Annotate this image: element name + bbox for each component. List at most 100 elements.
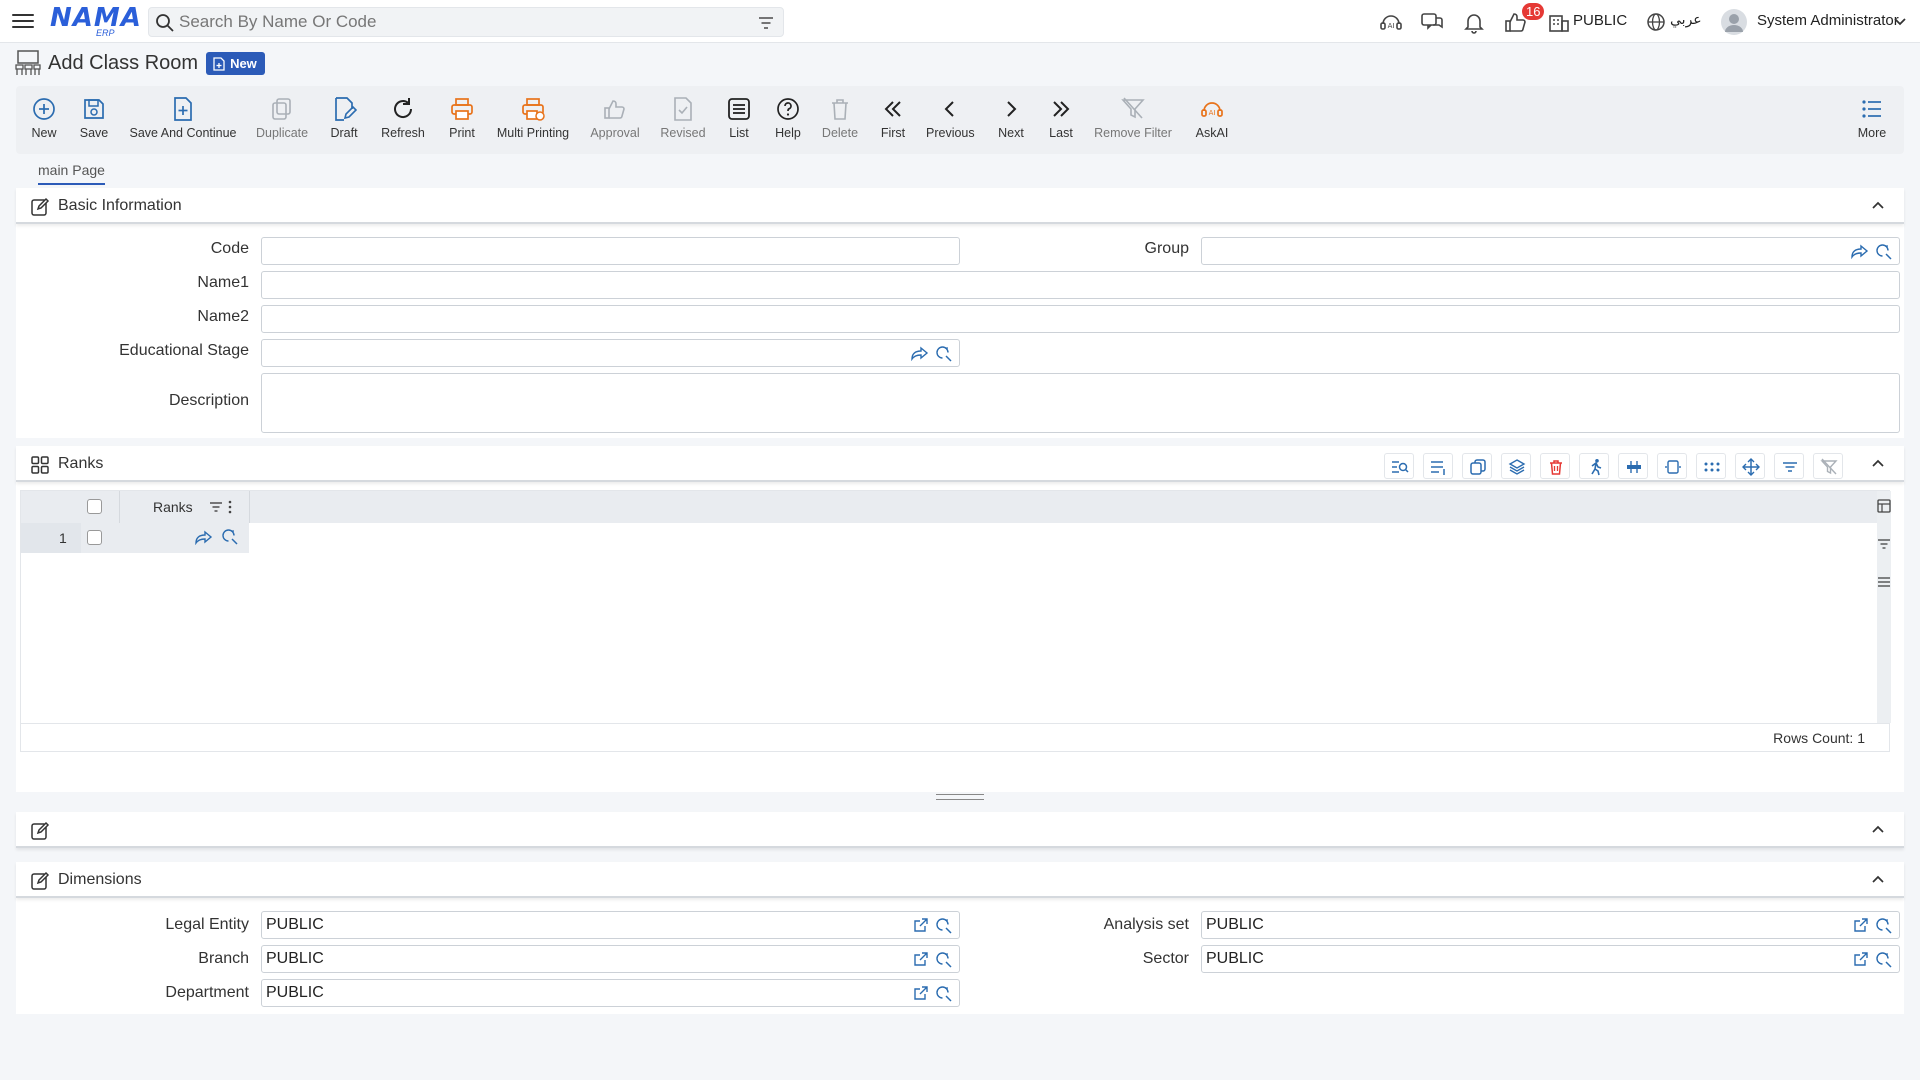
save-button[interactable]: Save [76, 96, 112, 148]
running-icon [1591, 459, 1602, 476]
next-label: Next [998, 126, 1024, 140]
revised-button[interactable]: Revised [658, 96, 708, 148]
askai-button[interactable]: AI AskAI [1192, 96, 1232, 148]
name2-input[interactable] [266, 309, 1833, 329]
chevron-up-icon[interactable] [1870, 872, 1886, 888]
resize-handle[interactable] [936, 794, 984, 800]
ai-assistant-icon[interactable]: AI [1378, 9, 1404, 35]
draft-button[interactable]: Draft [326, 96, 362, 148]
bell-icon[interactable] [1461, 9, 1487, 35]
delete-label: Delete [821, 126, 859, 140]
branch-input[interactable] [266, 949, 893, 969]
first-button[interactable]: First [878, 96, 908, 148]
app-logo[interactable]: NAMA ERP [50, 4, 141, 38]
lookup-search-icon[interactable] [935, 917, 953, 935]
share-icon[interactable] [911, 345, 929, 361]
lookup-search-icon[interactable] [935, 345, 953, 363]
chat-icon[interactable] [1419, 9, 1445, 35]
grid-delete-button[interactable] [1540, 453, 1570, 479]
approval-button[interactable]: Approval [588, 96, 642, 148]
lookup-search-icon[interactable] [1875, 951, 1893, 969]
column-filter-icon[interactable] [209, 500, 223, 514]
share-icon[interactable] [1851, 243, 1869, 259]
remove-filter-label: Remove Filter [1094, 126, 1172, 140]
analysis-set-input[interactable] [1206, 915, 1833, 935]
legal-entity-input[interactable] [266, 915, 893, 935]
list-button[interactable]: List [724, 96, 754, 148]
avatar[interactable] [1720, 8, 1748, 36]
select-all-checkbox[interactable] [87, 499, 102, 514]
next-button[interactable]: Next [996, 96, 1026, 148]
chevron-up-icon[interactable] [1870, 198, 1886, 214]
refresh-button[interactable]: Refresh [380, 96, 426, 148]
help-button[interactable]: Help [772, 96, 804, 148]
company-name[interactable]: PUBLIC [1573, 12, 1627, 29]
previous-button[interactable]: Previous [926, 96, 975, 148]
code-input[interactable] [266, 241, 893, 261]
external-link-icon[interactable] [913, 951, 929, 967]
external-link-icon[interactable] [1853, 951, 1869, 967]
ranks-header[interactable]: Ranks [16, 446, 1904, 482]
chevron-up-icon[interactable] [1870, 822, 1886, 838]
user-name[interactable]: System Administrator [1757, 12, 1899, 29]
external-link-icon[interactable] [913, 985, 929, 1001]
save-and-continue-button[interactable]: Save And Continue [128, 96, 238, 148]
dimensions-header[interactable]: Dimensions [16, 862, 1904, 898]
description-input[interactable] [266, 377, 1893, 429]
page-header: Add Class Room New [14, 48, 265, 78]
chevron-up-icon[interactable] [1870, 456, 1886, 472]
grid-search-button[interactable] [1384, 453, 1414, 479]
table-row[interactable]: 1 [21, 523, 249, 553]
lookup-search-icon[interactable] [221, 528, 239, 546]
grid-run-button[interactable] [1579, 453, 1609, 479]
lookup-search-icon[interactable] [935, 951, 953, 969]
share-icon[interactable] [195, 529, 213, 545]
chevron-down-icon[interactable] [1893, 14, 1907, 28]
lookup-search-icon[interactable] [1875, 243, 1893, 261]
row-checkbox[interactable] [87, 530, 102, 545]
sector-input[interactable] [1206, 949, 1833, 969]
section-title: Ranks [58, 455, 104, 472]
grid-layers-button[interactable] [1501, 453, 1531, 479]
column-header-ranks[interactable]: Ranks [153, 499, 193, 515]
last-button[interactable]: Last [1046, 96, 1076, 148]
duplicate-button[interactable]: Duplicate [256, 96, 308, 148]
department-input[interactable] [266, 983, 893, 1003]
name1-input[interactable] [266, 275, 1833, 295]
new-button[interactable]: New [26, 96, 62, 148]
logo-subtext: ERP [96, 28, 115, 38]
grid-filter-button[interactable] [1774, 453, 1804, 479]
language-switch[interactable]: عربي [1670, 12, 1702, 28]
lookup-search-icon[interactable] [935, 985, 953, 1003]
columns-panel-icon[interactable] [1877, 499, 1891, 513]
menu-lines-icon[interactable] [1877, 575, 1891, 589]
column-menu-icon[interactable] [227, 500, 233, 514]
grid-fit-button[interactable] [1657, 453, 1687, 479]
filters-panel-icon[interactable] [1877, 537, 1891, 551]
group-input[interactable] [1206, 241, 1833, 261]
tab-main-page[interactable]: main Page [38, 162, 105, 185]
external-link-icon[interactable] [1853, 917, 1869, 933]
external-link-icon[interactable] [913, 917, 929, 933]
educational-stage-input[interactable] [266, 343, 893, 363]
print-button[interactable]: Print [444, 96, 480, 148]
lookup-search-icon[interactable] [1875, 917, 1893, 935]
search-input[interactable] [179, 11, 739, 33]
multi-printing-button[interactable]: Multi Printing [496, 96, 570, 148]
company-icon[interactable] [1546, 9, 1572, 35]
grid-move-button[interactable] [1735, 453, 1765, 479]
remove-filter-button[interactable]: Remove Filter [1094, 96, 1172, 148]
grid-copy-button[interactable] [1462, 453, 1492, 479]
delete-button[interactable]: Delete [820, 96, 860, 148]
grid-add-row-button[interactable] [1423, 453, 1453, 479]
grid-columns-button[interactable] [1618, 453, 1648, 479]
basic-information-header[interactable]: Basic Information [16, 188, 1904, 224]
unnamed-section-header[interactable] [16, 812, 1904, 848]
more-button[interactable]: More [1854, 96, 1890, 148]
globe-icon[interactable] [1645, 11, 1667, 33]
menu-icon[interactable] [12, 10, 34, 32]
askai-label: AskAI [1195, 126, 1229, 140]
grid-clear-filter-button[interactable] [1813, 453, 1843, 479]
grid-dots-button[interactable] [1696, 453, 1726, 479]
filter-icon[interactable] [757, 14, 775, 32]
